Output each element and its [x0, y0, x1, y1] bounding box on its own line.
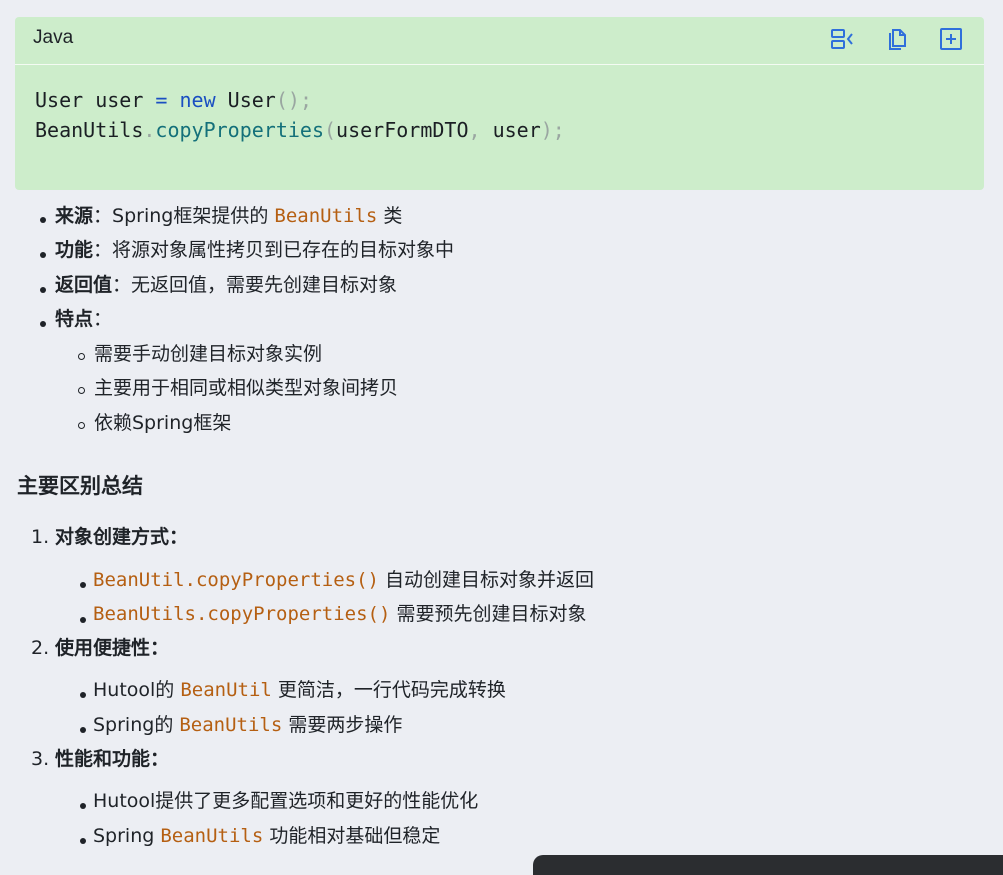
list-item-return: 返回值：无返回值，需要先创建目标对象	[55, 274, 398, 296]
feature-item: 依赖Spring框架	[94, 412, 232, 434]
feature-item: 需要手动创建目标对象实例	[94, 343, 323, 365]
list-item: Hutool的 BeanUtil 更简洁，一行代码完成转换	[93, 679, 506, 701]
code-block-header: Java	[15, 17, 984, 65]
ordered-item-title: 使用便捷性：	[55, 637, 170, 659]
bullet-dot	[80, 838, 86, 844]
list-item: Hutool提供了更多配置选项和更好的性能优化	[93, 790, 479, 812]
circle-bullet	[78, 353, 85, 360]
bullet-dot	[40, 287, 46, 293]
list-item: Spring BeanUtils 功能相对基础但稳定	[93, 825, 441, 847]
bullet-dot	[40, 252, 46, 258]
ordered-item-number: 2.	[31, 637, 50, 659]
bullet-dot	[80, 727, 86, 733]
bullet-dot	[80, 582, 86, 588]
wrap-lines-icon[interactable]	[830, 27, 854, 51]
ordered-item-number: 1.	[31, 526, 50, 548]
circle-bullet	[78, 422, 85, 429]
bullet-dot	[80, 803, 86, 809]
list-item-features: 特点：	[55, 308, 113, 330]
list-item-source: 来源：Spring框架提供的 BeanUtils 类	[55, 205, 403, 227]
code-block: Java User user = new User(); BeanUtils.c…	[15, 17, 984, 190]
list-item-function: 功能：将源对象属性拷贝到已存在的目标对象中	[55, 239, 455, 261]
list-item: BeanUtils.copyProperties() 需要预先创建目标对象	[93, 603, 587, 625]
code-line: BeanUtils.copyProperties(userFormDTO, us…	[35, 118, 565, 142]
list-item: BeanUtil.copyProperties() 自动创建目标对象并返回	[93, 569, 595, 591]
bullet-dot	[80, 692, 86, 698]
bullet-dot	[40, 217, 46, 223]
feature-item: 主要用于相同或相似类型对象间拷贝	[94, 377, 399, 399]
bottom-overlay-bar	[533, 855, 1003, 875]
copy-icon[interactable]	[885, 27, 909, 51]
code-body: User user = new User(); BeanUtils.copyPr…	[15, 65, 984, 145]
code-language-label: Java	[33, 27, 74, 48]
ordered-item-number: 3.	[31, 748, 50, 770]
bullet-dot	[80, 617, 86, 623]
list-item: Spring的 BeanUtils 需要两步操作	[93, 714, 403, 736]
ordered-item-title: 性能和功能：	[55, 748, 170, 770]
ordered-item-title: 对象创建方式：	[55, 526, 189, 548]
code-line: User user = new User();	[35, 88, 312, 112]
section-heading: 主要区别总结	[17, 473, 143, 498]
bullet-dot	[40, 321, 46, 327]
insert-icon[interactable]	[939, 27, 963, 51]
circle-bullet	[78, 387, 85, 394]
